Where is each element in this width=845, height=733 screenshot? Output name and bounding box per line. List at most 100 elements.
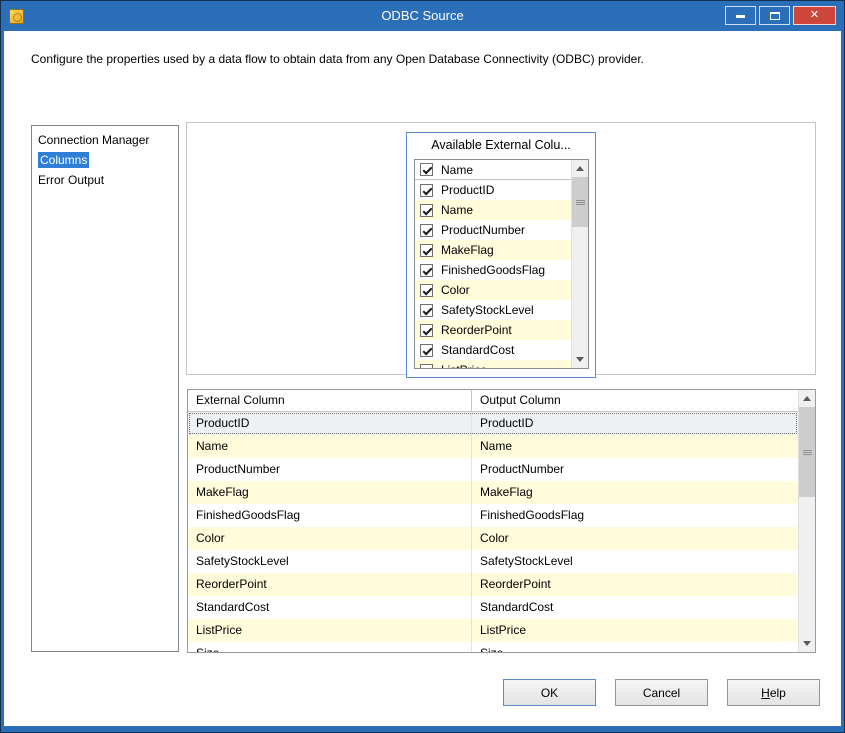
available-column-row[interactable]: MakeFlag	[415, 240, 571, 260]
cancel-button[interactable]: Cancel	[615, 679, 708, 706]
checkbox-checked-icon[interactable]	[420, 224, 433, 237]
external-column-header[interactable]: External Column	[188, 390, 472, 411]
mapping-row[interactable]: ProductNumber ProductNumber	[188, 458, 798, 481]
external-column-cell[interactable]: Size	[188, 642, 472, 652]
available-column-row[interactable]: SafetyStockLevel	[415, 300, 571, 320]
available-column-row[interactable]: ReorderPoint	[415, 320, 571, 340]
available-column-label: ReorderPoint	[441, 323, 512, 337]
checkbox-checked-icon[interactable]	[420, 184, 433, 197]
checkbox-checked-icon[interactable]	[420, 264, 433, 277]
available-columns-header-label: Name	[441, 163, 473, 177]
columns-diagram-panel: Available External Colu... Name ProductI…	[186, 122, 816, 375]
output-column-header[interactable]: Output Column	[472, 390, 798, 411]
output-column-cell[interactable]: Size	[472, 642, 798, 652]
checkbox-checked-icon[interactable]	[420, 244, 433, 257]
output-column-cell[interactable]: ListPrice	[472, 619, 798, 642]
external-column-cell[interactable]: Color	[188, 527, 472, 550]
available-column-label: Name	[441, 203, 473, 217]
output-column-cell[interactable]: Color	[472, 527, 798, 550]
checkbox-checked-icon[interactable]	[420, 204, 433, 217]
window-controls	[725, 6, 836, 25]
mapping-row[interactable]: SafetyStockLevel SafetyStockLevel	[188, 550, 798, 573]
available-column-label: SafetyStockLevel	[441, 303, 534, 317]
scrollbar-thumb[interactable]	[572, 177, 588, 227]
ok-button-label: OK	[504, 681, 595, 705]
available-column-label: Color	[441, 283, 470, 297]
external-column-cell[interactable]: MakeFlag	[188, 481, 472, 504]
mapping-row[interactable]: Name Name	[188, 435, 798, 458]
external-column-cell[interactable]: ProductNumber	[188, 458, 472, 481]
sidebar-item-error-output[interactable]: Error Output	[32, 170, 178, 190]
scroll-down-icon[interactable]	[572, 351, 588, 368]
output-column-cell[interactable]: MakeFlag	[472, 481, 798, 504]
cancel-button-label: Cancel	[616, 681, 707, 705]
available-external-columns-title[interactable]: Available External Colu...	[407, 133, 595, 158]
select-all-checkbox[interactable]	[420, 163, 433, 176]
available-column-label: ProductNumber	[441, 223, 525, 237]
available-column-row[interactable]: Name	[415, 200, 571, 220]
external-column-cell[interactable]: ListPrice	[188, 619, 472, 642]
maximize-button[interactable]	[759, 6, 790, 25]
output-column-cell[interactable]: StandardCost	[472, 596, 798, 619]
sidebar-item-connection-manager[interactable]: Connection Manager	[32, 130, 178, 150]
available-columns-header-row[interactable]: Name	[415, 160, 571, 180]
output-column-cell[interactable]: Name	[472, 435, 798, 458]
available-column-label: ProductID	[441, 183, 494, 197]
available-columns-rows: Name ProductID Name ProductNumber	[415, 160, 571, 368]
close-button[interactable]	[793, 6, 836, 25]
external-column-cell[interactable]: ProductID	[188, 412, 472, 435]
scroll-up-icon[interactable]	[572, 160, 588, 177]
mapping-row[interactable]: ListPrice ListPrice	[188, 619, 798, 642]
output-column-cell[interactable]: ProductID	[472, 412, 798, 435]
minimize-button[interactable]	[725, 6, 756, 25]
available-columns-list: Name ProductID Name ProductNumber	[414, 159, 589, 369]
column-mapping-table: External Column Output Column ProductID …	[187, 389, 816, 653]
checkbox-checked-icon[interactable]	[420, 324, 433, 337]
output-column-cell[interactable]: SafetyStockLevel	[472, 550, 798, 573]
checkbox-checked-icon[interactable]	[420, 364, 433, 369]
output-column-cell[interactable]: FinishedGoodsFlag	[472, 504, 798, 527]
ok-button[interactable]: OK	[503, 679, 596, 706]
odbc-source-dialog: ODBC Source Configure the properties use…	[0, 0, 845, 733]
scrollbar-thumb[interactable]	[799, 407, 815, 497]
checkbox-checked-icon[interactable]	[420, 284, 433, 297]
mapping-table-header: External Column Output Column	[188, 390, 798, 412]
checkbox-checked-icon[interactable]	[420, 304, 433, 317]
titlebar[interactable]: ODBC Source	[1, 1, 844, 31]
scroll-down-icon[interactable]	[799, 635, 815, 652]
mapping-row[interactable]: FinishedGoodsFlag FinishedGoodsFlag	[188, 504, 798, 527]
output-column-cell[interactable]: ProductNumber	[472, 458, 798, 481]
scroll-up-icon[interactable]	[799, 390, 815, 407]
available-columns-scrollbar[interactable]	[571, 160, 588, 368]
sidebar-item-label: Connection Manager	[38, 133, 149, 147]
mapping-row[interactable]: ReorderPoint ReorderPoint	[188, 573, 798, 596]
mapping-row[interactable]: Size Size	[188, 642, 798, 652]
column-mapping-content: External Column Output Column ProductID …	[188, 390, 798, 652]
mapping-row[interactable]: StandardCost StandardCost	[188, 596, 798, 619]
mapping-row[interactable]: Color Color	[188, 527, 798, 550]
external-column-cell[interactable]: SafetyStockLevel	[188, 550, 472, 573]
available-column-row[interactable]: Color	[415, 280, 571, 300]
output-column-cell[interactable]: ReorderPoint	[472, 573, 798, 596]
mapping-row-selected[interactable]: ProductID ProductID	[188, 412, 798, 435]
available-column-label: FinishedGoodsFlag	[441, 263, 545, 277]
page-list: Connection Manager Columns Error Output	[31, 125, 179, 652]
available-column-row[interactable]: StandardCost	[415, 340, 571, 360]
dialog-description: Configure the properties used by a data …	[31, 52, 811, 66]
available-column-label: ListPrice	[441, 363, 487, 368]
mapping-row[interactable]: MakeFlag MakeFlag	[188, 481, 798, 504]
available-column-label: StandardCost	[441, 343, 514, 357]
external-column-cell[interactable]: ReorderPoint	[188, 573, 472, 596]
checkbox-checked-icon[interactable]	[420, 344, 433, 357]
available-column-row[interactable]: ProductNumber	[415, 220, 571, 240]
help-button[interactable]: Help	[727, 679, 820, 706]
available-column-row[interactable]: ProductID	[415, 180, 571, 200]
available-column-row[interactable]: FinishedGoodsFlag	[415, 260, 571, 280]
available-external-columns-box[interactable]: Available External Colu... Name ProductI…	[406, 132, 596, 378]
external-column-cell[interactable]: StandardCost	[188, 596, 472, 619]
available-column-row[interactable]: ListPrice	[415, 360, 571, 368]
external-column-cell[interactable]: FinishedGoodsFlag	[188, 504, 472, 527]
sidebar-item-columns[interactable]: Columns	[32, 150, 178, 170]
external-column-cell[interactable]: Name	[188, 435, 472, 458]
mapping-table-scrollbar[interactable]	[798, 390, 815, 652]
